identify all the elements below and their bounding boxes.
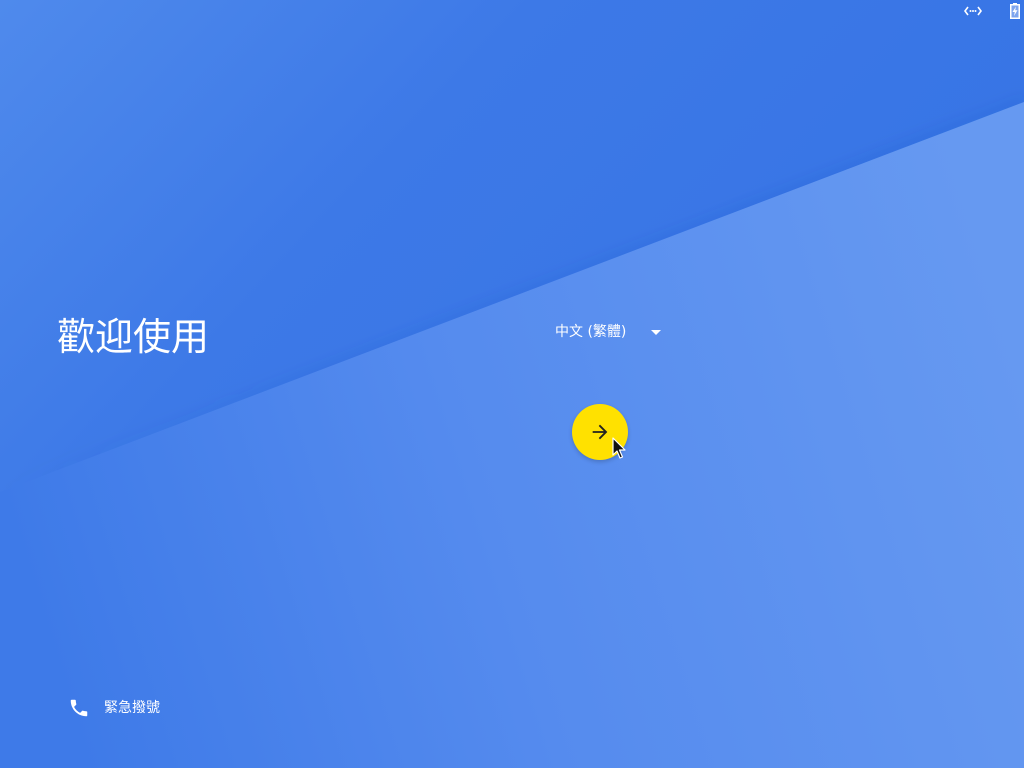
language-selected-value: 中文 (繁體) bbox=[555, 324, 627, 340]
arrow-right-icon bbox=[589, 421, 611, 443]
mouse-pointer-icon bbox=[612, 437, 626, 459]
status-bar bbox=[964, 0, 1024, 22]
language-dropdown[interactable]: 中文 (繁體) bbox=[548, 318, 672, 346]
ethernet-icon bbox=[964, 5, 982, 17]
background bbox=[0, 0, 1024, 768]
setup-welcome-screen: 歡迎使用 中文 (繁體) 緊急撥號 bbox=[0, 0, 1024, 768]
dropdown-arrow-icon bbox=[644, 320, 668, 344]
phone-icon bbox=[68, 697, 90, 719]
emergency-call-button[interactable]: 緊急撥號 bbox=[62, 692, 174, 724]
emergency-call-label: 緊急撥號 bbox=[104, 700, 160, 716]
battery-charging-icon bbox=[1010, 3, 1020, 19]
welcome-title: 歡迎使用 bbox=[57, 315, 210, 359]
